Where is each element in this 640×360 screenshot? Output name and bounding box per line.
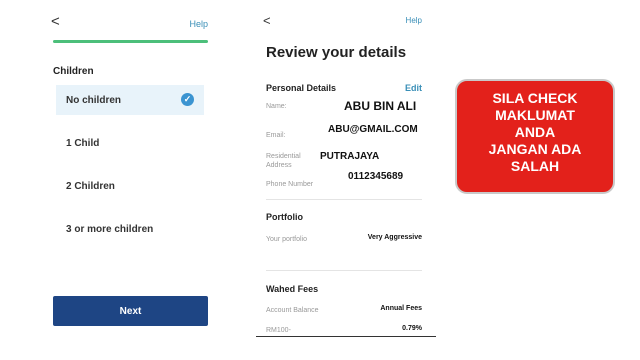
help-link[interactable]: Help	[189, 19, 208, 29]
warning-banner: SILA CHECK MAKLUMAT ANDA JANGAN ADA SALA…	[455, 79, 615, 194]
portfolio-value: Very Aggressive	[367, 234, 422, 241]
banner-line: SALAH	[510, 158, 560, 174]
account-balance-label: Account Balance	[266, 307, 319, 314]
option-3-or-more-children[interactable]: 3 or more children	[56, 214, 204, 244]
fees-heading: Wahed Fees	[266, 284, 319, 294]
email-value: ABU@GMAIL.COM	[328, 124, 418, 135]
edit-button[interactable]: Edit	[405, 83, 422, 93]
back-chevron-icon[interactable]: <	[263, 13, 271, 28]
divider	[266, 199, 422, 200]
banner-line: JANGAN ADA	[488, 141, 582, 157]
banner-line: SILA CHECK	[492, 90, 578, 106]
banner-line: MAKLUMAT	[495, 107, 575, 123]
address-label: Residential Address	[266, 153, 301, 169]
option-no-children[interactable]: No children ✓	[56, 85, 204, 115]
option-label: 1 Child	[66, 137, 100, 149]
option-label: 3 or more children	[66, 223, 154, 235]
portfolio-label: Your portfolio	[266, 236, 307, 243]
annual-fees-label: Annual Fees	[380, 305, 422, 312]
page-title: Review your details	[266, 44, 407, 61]
section-label: Children	[53, 66, 94, 77]
fee-value: 0.79%	[402, 325, 422, 332]
next-button[interactable]: Next	[53, 296, 208, 326]
name-label: Name:	[266, 103, 287, 110]
option-label: 2 Children	[66, 180, 115, 192]
portfolio-heading: Portfolio	[266, 212, 303, 222]
children-step-panel: < Help Children No children ✓ 1 Child 2 …	[40, 0, 220, 360]
option-2-children[interactable]: 2 Children	[56, 171, 204, 201]
option-label: No children	[66, 94, 122, 106]
personal-details-heading: Personal Details	[266, 83, 337, 93]
help-link[interactable]: Help	[406, 16, 422, 25]
phone-label: Phone Number	[266, 181, 314, 188]
option-1-child[interactable]: 1 Child	[56, 128, 204, 158]
phone-value: 0112345689	[348, 171, 404, 182]
banner-line: ANDA	[514, 124, 556, 140]
progress-bar	[53, 40, 208, 43]
review-details-panel: < Help Review your details Personal Deta…	[256, 0, 440, 360]
name-value: ABU BIN ALI	[344, 99, 417, 113]
divider	[266, 270, 422, 271]
address-value: PUTRAJAYA	[320, 151, 380, 162]
back-chevron-icon[interactable]: <	[51, 13, 60, 30]
balance-value: RM100-	[266, 327, 291, 334]
check-icon: ✓	[181, 93, 194, 106]
email-label: Email:	[266, 132, 286, 139]
bottom-divider	[256, 336, 436, 337]
